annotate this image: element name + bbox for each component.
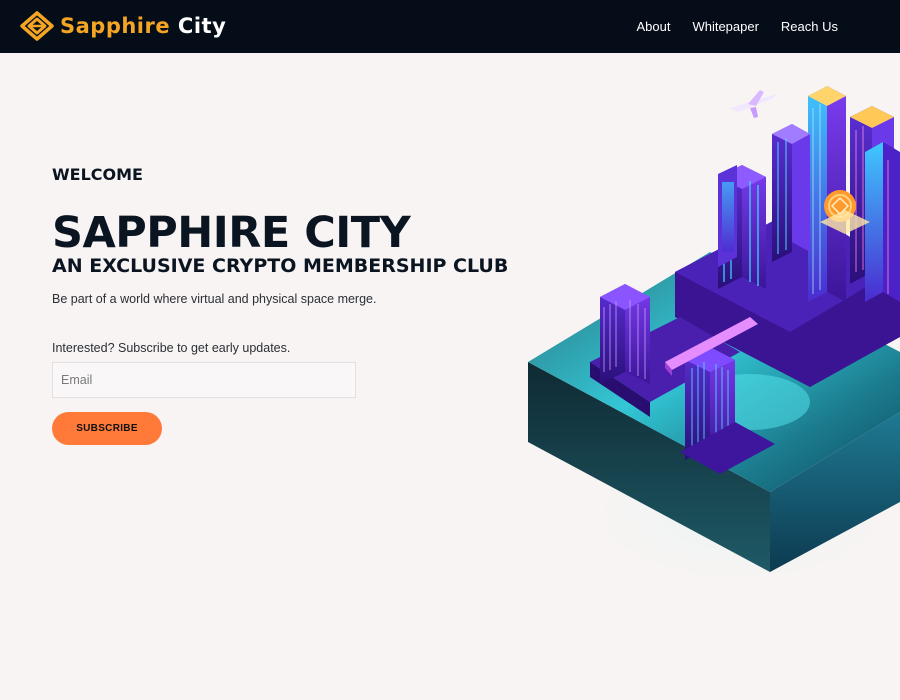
hero-eyebrow: WELCOME [52,165,143,184]
hero-tagline: Be part of a world where virtual and phy… [52,292,377,306]
hero-subtitle: AN EXCLUSIVE CRYPTO MEMBERSHIP CLUB [52,255,509,277]
diamond-logo-icon [20,11,54,41]
nav-link-about[interactable]: About [636,19,670,34]
subscribe-prompt: Interested? Subscribe to get early updat… [52,341,291,355]
hero-section: WELCOME SAPPHIRE CITY AN EXCLUSIVE CRYPT… [52,164,522,357]
nav-links: About Whitepaper Reach Us [614,0,838,53]
email-input[interactable] [52,362,356,398]
isometric-city-illustration [528,86,900,602]
navbar: Sapphire City About Whitepaper Reach Us [0,0,900,53]
hero-title: SAPPHIRE CITY [52,208,411,258]
brand-name: Sapphire City [60,11,226,41]
brand-logo[interactable]: Sapphire City [20,11,226,41]
nav-link-whitepaper[interactable]: Whitepaper [692,19,758,34]
nav-link-reach-us[interactable]: Reach Us [781,19,838,34]
subscribe-button[interactable]: SUBSCRIBE [52,412,162,445]
brand-name-part2: City [177,14,227,38]
brand-name-part1: Sapphire [60,14,171,38]
